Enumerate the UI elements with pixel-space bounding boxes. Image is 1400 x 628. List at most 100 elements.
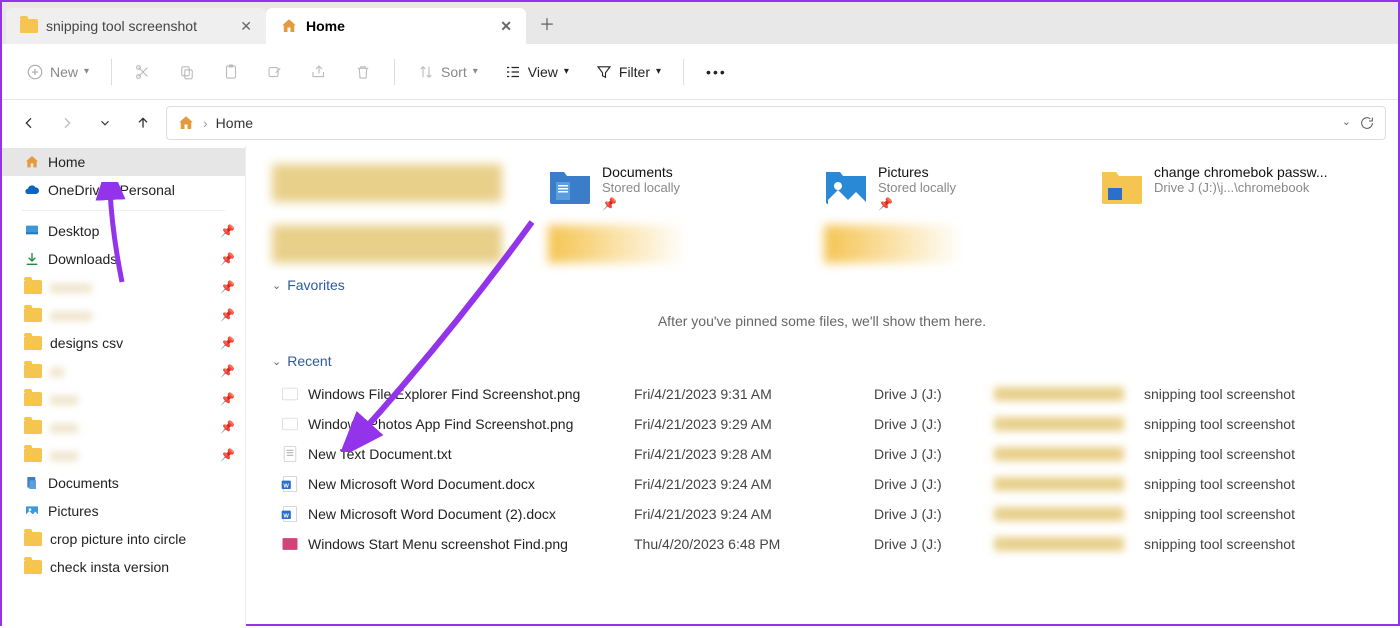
cloud-icon	[24, 182, 40, 198]
close-icon[interactable]: ✕	[240, 18, 252, 35]
filter-label: Filter	[619, 64, 650, 80]
sort-icon	[417, 63, 435, 81]
sidebar-item-blurred[interactable]: xx📌	[2, 357, 245, 385]
file-icon: W	[272, 474, 308, 494]
sidebar-item-pictures[interactable]: Pictures	[2, 497, 245, 525]
sidebar-item-blurred[interactable]: xxxxxx📌	[2, 273, 245, 301]
main-content: Documents Stored locally 📌 Pictures Stor…	[246, 146, 1398, 628]
tab-label: snipping tool screenshot	[46, 18, 197, 34]
sidebar-item-designs[interactable]: designs csv 📌	[2, 329, 245, 357]
sidebar-item-downloads[interactable]: Downloads 📌	[2, 245, 245, 273]
sidebar-item-blurred[interactable]: xxxx📌	[2, 413, 245, 441]
file-drive: Drive J (J:)	[874, 506, 994, 522]
chevron-down-icon[interactable]: ⌄	[1342, 115, 1351, 131]
file-date: Fri/4/21/2023 9:24 AM	[634, 476, 874, 492]
chevron-down-icon: ▾	[564, 66, 569, 77]
sidebar-item-crop[interactable]: crop picture into circle	[2, 525, 245, 553]
sidebar-item-blurred[interactable]: xxxxxx 📌	[2, 301, 245, 329]
chevron-down-icon: ▾	[473, 66, 478, 77]
recent-row[interactable]: W New Microsoft Word Document.docx Fri/4…	[272, 469, 1372, 499]
file-drive: Drive J (J:)	[874, 446, 994, 462]
blurred-content	[548, 225, 778, 263]
quick-item-blurred[interactable]	[548, 225, 808, 263]
paste-button[interactable]	[212, 57, 250, 87]
tab-home[interactable]: Home ✕	[266, 8, 526, 44]
sidebar: Home OneDrive - Personal Desktop 📌 Downl…	[2, 146, 246, 628]
pin-icon: 📌	[220, 280, 235, 294]
quick-item-blurred[interactable]	[272, 225, 532, 263]
recent-row[interactable]: Windows Photos App Find Screenshot.png F…	[272, 409, 1372, 439]
blurred-text: xxxx	[50, 391, 78, 407]
refresh-icon[interactable]	[1359, 115, 1375, 131]
view-button[interactable]: View ▾	[494, 57, 579, 87]
chevron-down-icon	[98, 116, 112, 130]
share-button[interactable]	[300, 57, 338, 87]
cut-icon	[134, 63, 152, 81]
blurred-text: xxxx	[50, 447, 78, 463]
quick-title: Pictures	[878, 164, 956, 180]
recent-header[interactable]: ⌄ Recent	[272, 353, 1372, 369]
new-tab-button[interactable]: ＋	[532, 8, 562, 38]
quick-item-documents[interactable]: Documents Stored locally 📌	[548, 164, 808, 211]
filter-button[interactable]: Filter ▾	[585, 57, 671, 87]
blurred-content	[994, 477, 1124, 491]
delete-button[interactable]	[344, 57, 382, 87]
favorites-label: Favorites	[287, 277, 345, 293]
favorites-empty-message: After you've pinned some files, we'll sh…	[272, 313, 1372, 329]
more-button[interactable]: •••	[696, 58, 737, 86]
folder-icon	[24, 532, 42, 546]
recent-dropdown[interactable]	[90, 108, 120, 138]
recent-row[interactable]: W New Microsoft Word Document (2).docx F…	[272, 499, 1372, 529]
up-button[interactable]	[128, 108, 158, 138]
breadcrumb-home[interactable]: Home	[216, 115, 253, 131]
copy-button[interactable]	[168, 57, 206, 87]
sidebar-item-label: Pictures	[48, 503, 99, 519]
pin-icon: 📌	[602, 197, 680, 211]
sidebar-item-onedrive[interactable]: OneDrive - Personal	[2, 176, 245, 204]
quick-item-blurred[interactable]	[824, 225, 1084, 263]
download-icon	[24, 251, 40, 267]
pin-icon: 📌	[220, 252, 235, 266]
file-name: New Microsoft Word Document (2).docx	[308, 506, 634, 522]
sidebar-item-blurred[interactable]: xxxx 📌	[2, 441, 245, 469]
address-bar[interactable]: › Home ⌄	[166, 106, 1386, 140]
file-tag: snipping tool screenshot	[1144, 506, 1295, 522]
blurred-text: xxxxxx	[50, 307, 92, 323]
quick-item-pictures[interactable]: Pictures Stored locally 📌	[824, 164, 1084, 211]
cut-button[interactable]	[124, 57, 162, 87]
svg-text:W: W	[283, 483, 289, 489]
forward-button[interactable]	[52, 108, 82, 138]
pin-icon: 📌	[220, 308, 235, 322]
new-button[interactable]: New ▾	[16, 57, 99, 87]
folder-icon	[24, 336, 42, 350]
file-name: Windows Photos App Find Screenshot.png	[308, 416, 634, 432]
tab-snipping[interactable]: snipping tool screenshot ✕	[6, 8, 266, 44]
rename-button[interactable]	[256, 57, 294, 87]
arrow-right-icon	[59, 115, 75, 131]
sidebar-item-blurred[interactable]: xxxx📌	[2, 385, 245, 413]
sidebar-item-home[interactable]: Home	[2, 148, 245, 176]
back-button[interactable]	[14, 108, 44, 138]
chevron-down-icon: ⌄	[272, 355, 281, 368]
recent-row[interactable]: New Text Document.txt Fri/4/21/2023 9:28…	[272, 439, 1372, 469]
quick-title: Documents	[602, 164, 680, 180]
blurred-content	[272, 225, 502, 263]
quick-item-change[interactable]: change chromebok passw... Drive J (J:)\j…	[1100, 164, 1360, 211]
sort-button[interactable]: Sort ▾	[407, 57, 488, 87]
file-name: New Text Document.txt	[308, 446, 634, 462]
recent-row[interactable]: Windows Start Menu screenshot Find.png T…	[272, 529, 1372, 559]
sidebar-item-desktop[interactable]: Desktop 📌	[2, 217, 245, 245]
folder-icon	[1100, 164, 1144, 208]
file-date: Fri/4/21/2023 9:31 AM	[634, 386, 874, 402]
file-icon	[272, 534, 308, 554]
sidebar-item-documents[interactable]: Documents	[2, 469, 245, 497]
recent-label: Recent	[287, 353, 331, 369]
pin-icon: 📌	[220, 448, 235, 462]
favorites-header[interactable]: ⌄ Favorites	[272, 277, 1372, 293]
chevron-down-icon: ▾	[656, 66, 661, 77]
quick-item-blurred[interactable]	[272, 164, 532, 211]
recent-row[interactable]: Windows File Explorer Find Screenshot.pn…	[272, 379, 1372, 409]
close-icon[interactable]: ✕	[500, 18, 512, 35]
sidebar-item-check[interactable]: check insta version	[2, 553, 245, 581]
file-tag: snipping tool screenshot	[1144, 476, 1295, 492]
